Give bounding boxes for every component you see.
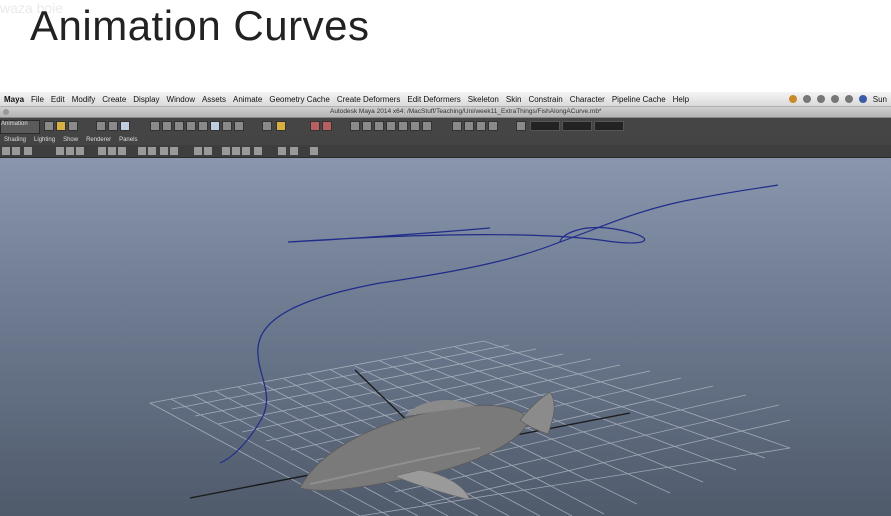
snap-curve-icon[interactable] bbox=[162, 121, 172, 131]
render-settings-icon[interactable] bbox=[310, 121, 320, 131]
wifi-icon[interactable] bbox=[844, 95, 853, 103]
select-component-icon[interactable] bbox=[120, 121, 130, 131]
flag-icon[interactable] bbox=[858, 95, 867, 103]
channel-box-icon[interactable] bbox=[464, 121, 474, 131]
isolate-icon[interactable] bbox=[170, 147, 178, 155]
fish-pectoral-fin bbox=[394, 469, 471, 501]
menu-edit-deformers[interactable]: Edit Deformers bbox=[404, 95, 464, 104]
playblast-icon[interactable] bbox=[290, 147, 298, 155]
tool-settings-icon[interactable] bbox=[488, 121, 498, 131]
notification-icon[interactable] bbox=[788, 95, 797, 103]
input-output-icon[interactable] bbox=[222, 121, 232, 131]
menu-pipeline-cache[interactable]: Pipeline Cache bbox=[608, 95, 669, 104]
select-hierarchy-icon[interactable] bbox=[96, 121, 106, 131]
menu-skeleton[interactable]: Skeleton bbox=[464, 95, 502, 104]
bookmark-icon[interactable] bbox=[24, 147, 32, 155]
menu-skin[interactable]: Skin bbox=[502, 95, 525, 104]
animation-path-curve-upper[interactable] bbox=[559, 184, 779, 243]
construction-icon[interactable] bbox=[234, 121, 244, 131]
film-gate-icon[interactable] bbox=[66, 147, 74, 155]
smooth-shade-icon[interactable] bbox=[108, 147, 116, 155]
menu-character[interactable]: Character bbox=[566, 95, 608, 104]
display-icon-f[interactable] bbox=[410, 121, 420, 131]
menu-help[interactable]: Help bbox=[669, 95, 692, 104]
menu-set-select[interactable]: Animation bbox=[0, 120, 40, 134]
new-scene-icon[interactable] bbox=[44, 121, 54, 131]
numeric-field-z[interactable] bbox=[594, 121, 624, 131]
grid-toggle-icon[interactable] bbox=[56, 147, 64, 155]
menu-create-deformers[interactable]: Create Deformers bbox=[333, 95, 404, 104]
gamma-icon[interactable] bbox=[254, 147, 262, 155]
scissors-icon[interactable] bbox=[310, 147, 318, 155]
display-icon-b[interactable] bbox=[362, 121, 372, 131]
panel-toolbar bbox=[0, 145, 891, 158]
select-object-icon[interactable] bbox=[108, 121, 118, 131]
panel-menu-show[interactable]: Show bbox=[59, 137, 82, 143]
wireframe-icon[interactable] bbox=[98, 147, 106, 155]
panel-menu-lighting[interactable]: Lighting bbox=[30, 137, 59, 143]
mac-menu-bar: Maya File Edit Modify Create Display Win… bbox=[0, 92, 891, 107]
attribute-editor-icon[interactable] bbox=[476, 121, 486, 131]
display-icon-a[interactable] bbox=[350, 121, 360, 131]
menu-display[interactable]: Display bbox=[130, 95, 163, 104]
display-icon-c[interactable] bbox=[374, 121, 384, 131]
menu-create[interactable]: Create bbox=[99, 95, 130, 104]
snap-view-icon[interactable] bbox=[186, 121, 196, 131]
motion-blur-icon[interactable] bbox=[204, 147, 212, 155]
panel-menu: Shading Lighting Show Renderer Panels bbox=[0, 135, 891, 145]
ambient-occlusion-icon[interactable] bbox=[194, 147, 202, 155]
menu-constrain[interactable]: Constrain bbox=[525, 95, 566, 104]
shadows-icon[interactable] bbox=[148, 147, 156, 155]
viewport-3d[interactable] bbox=[0, 158, 891, 516]
hypershade-icon[interactable] bbox=[322, 121, 332, 131]
menu-file[interactable]: File bbox=[28, 95, 48, 104]
menu-edit[interactable]: Edit bbox=[47, 95, 68, 104]
lights-icon[interactable] bbox=[138, 147, 146, 155]
panel-menu-shading[interactable]: Shading bbox=[0, 137, 30, 143]
menu-modify[interactable]: Modify bbox=[68, 95, 99, 104]
open-scene-icon[interactable] bbox=[56, 121, 66, 131]
camera-attributes-icon[interactable] bbox=[12, 147, 20, 155]
status-line: Animation bbox=[0, 118, 891, 136]
view-transform-icon[interactable] bbox=[278, 147, 286, 155]
textured-icon[interactable] bbox=[118, 147, 126, 155]
render-icon[interactable] bbox=[262, 121, 272, 131]
display-icon-d[interactable] bbox=[386, 121, 396, 131]
menu-assets[interactable]: Assets bbox=[198, 95, 229, 104]
window-close-icon[interactable] bbox=[3, 109, 9, 115]
menu-window[interactable]: Window bbox=[163, 95, 198, 104]
slide-title: Animation Curves bbox=[30, 2, 370, 49]
bluetooth-icon[interactable] bbox=[830, 95, 839, 103]
panel-menu-renderer[interactable]: Renderer bbox=[82, 137, 115, 143]
window-title-bar: Autodesk Maya 2014 x64: /MacStuff/Teachi… bbox=[0, 107, 891, 118]
resolution-gate-icon[interactable] bbox=[76, 147, 84, 155]
menu-maya[interactable]: Maya bbox=[0, 95, 28, 104]
history-icon[interactable] bbox=[210, 121, 220, 131]
sync-icon[interactable] bbox=[802, 95, 811, 103]
menu-animate[interactable]: Animate bbox=[229, 95, 265, 104]
save-scene-icon[interactable] bbox=[68, 121, 78, 131]
snap-grid-icon[interactable] bbox=[150, 121, 160, 131]
panel-menu-panels[interactable]: Panels bbox=[115, 137, 141, 143]
scene-view bbox=[148, 184, 791, 516]
ipr-render-icon[interactable] bbox=[276, 121, 286, 131]
hud-icon[interactable] bbox=[242, 147, 250, 155]
anti-alias-icon[interactable] bbox=[222, 147, 230, 155]
snap-live-icon[interactable] bbox=[198, 121, 208, 131]
snap-point-icon[interactable] bbox=[174, 121, 184, 131]
panel-layout-icon[interactable] bbox=[452, 121, 462, 131]
numeric-input-icon[interactable] bbox=[516, 121, 526, 131]
system-tray: Sun bbox=[788, 95, 891, 104]
xray-icon[interactable] bbox=[160, 147, 168, 155]
depth-of-field-icon[interactable] bbox=[232, 147, 240, 155]
menu-geometry-cache[interactable]: Geometry Cache bbox=[266, 95, 333, 104]
camera-icon[interactable] bbox=[2, 147, 10, 155]
clock[interactable]: Sun bbox=[873, 95, 887, 104]
display-icon-e[interactable] bbox=[398, 121, 408, 131]
window-title: Autodesk Maya 2014 x64: /MacStuff/Teachi… bbox=[330, 108, 602, 115]
numeric-field-y[interactable] bbox=[562, 121, 592, 131]
numeric-field-x[interactable] bbox=[530, 121, 560, 131]
display-icon-g[interactable] bbox=[422, 121, 432, 131]
volume-icon[interactable] bbox=[816, 95, 825, 103]
